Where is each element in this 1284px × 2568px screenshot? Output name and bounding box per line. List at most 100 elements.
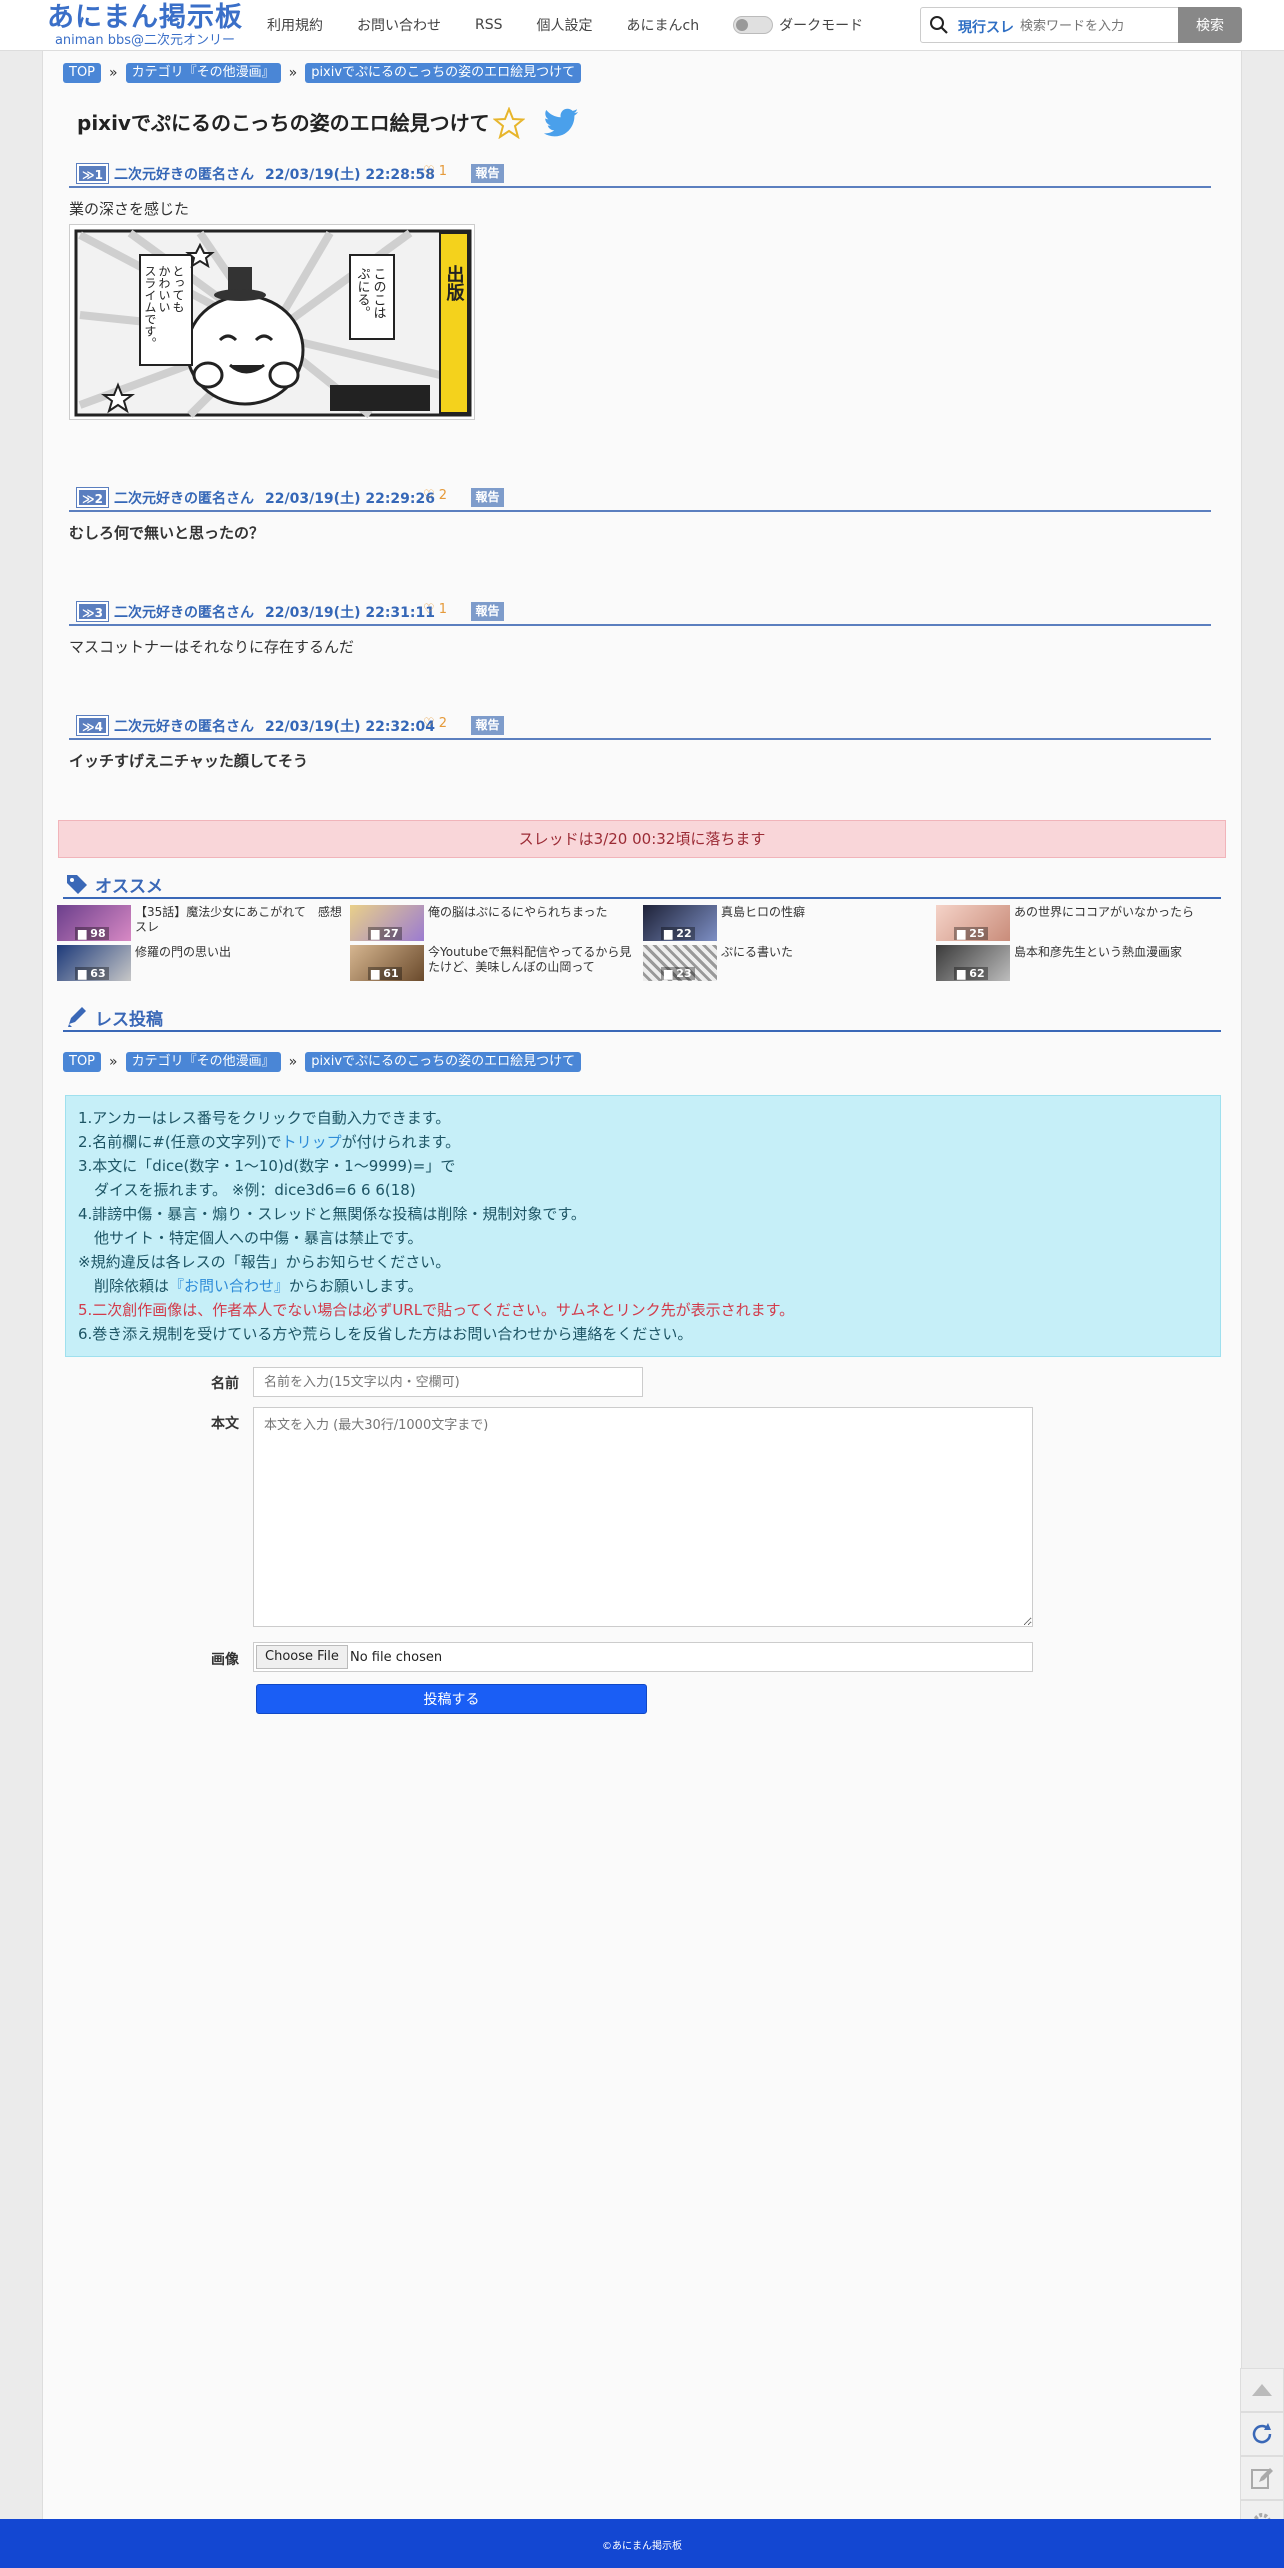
write-button[interactable] xyxy=(1240,2456,1284,2500)
logo-subtitle: animan bbs@二次元オンリー xyxy=(54,33,236,48)
tag-icon xyxy=(67,875,87,894)
recommend-title: 【35話】魔法少女にあこがれて 感想スレ xyxy=(135,905,342,934)
report-button[interactable]: 報告 xyxy=(471,164,504,183)
like-count: 2 xyxy=(438,716,448,731)
nav-rss-link[interactable]: RSS xyxy=(475,17,503,33)
recommend-item[interactable]: ▆ 98 【35話】魔法少女にあこがれて 感想スレ xyxy=(57,905,349,941)
nav-animanch-link[interactable]: あにまんch xyxy=(627,15,700,35)
post-4: ≫4 二次元好きの匿名さん 22/03/19(土) 22:32:04 ♡ 2 報… xyxy=(69,715,1211,771)
recommend-thumbnail: ▆ 23 xyxy=(643,945,717,981)
like-button[interactable]: ♡ 2 xyxy=(423,488,447,503)
post-image[interactable]: 出版 とっても かわいい スライムです。 このこは ぷにる。 xyxy=(69,224,475,420)
arrow-up-icon xyxy=(1252,2384,1272,2396)
breadcrumb-top[interactable]: TOP xyxy=(63,1052,102,1072)
breadcrumb-thread[interactable]: pixivでぷにるのこっちの姿のエロ絵見つけて xyxy=(305,1052,582,1072)
search-icon xyxy=(930,16,948,34)
image-speech-text: スライムです。 xyxy=(143,265,157,349)
recommend-item[interactable]: ▆ 22 真島ヒロの性癖 xyxy=(643,905,935,941)
pencil-icon xyxy=(68,1007,86,1027)
recommend-item[interactable]: ▆ 25 あの世界にココアがいなかったら xyxy=(936,905,1228,941)
post-anchor-button[interactable]: ≫2 xyxy=(76,487,109,508)
post-anchor-button[interactable]: ≫4 xyxy=(76,715,109,736)
breadcrumb-separator: » xyxy=(288,65,298,81)
like-button[interactable]: ♡ 1 xyxy=(423,164,447,179)
recommend-thumbnail: ▆ 22 xyxy=(643,905,717,941)
search-input[interactable] xyxy=(1018,11,1182,41)
top-navbar: あにまん掲示板 animan bbs@二次元オンリー 利用規約 お問い合わせ R… xyxy=(0,0,1284,51)
post-date: 22/03/19(土) 22:29:26 xyxy=(265,491,435,507)
post-author: 二次元好きの匿名さん xyxy=(114,719,254,735)
recommend-thumbnail: ▆ 62 xyxy=(936,945,1010,981)
recommend-header: オススメ xyxy=(63,871,1221,899)
post-3: ≫3 二次元好きの匿名さん 22/03/19(土) 22:31:11 ♡ 1 報… xyxy=(69,601,1211,657)
recommend-item[interactable]: ▆ 61 今Youtubeで無料配信やってるから見たけど、美味しんぼの山岡って xyxy=(350,945,642,981)
post-header: ≫1 二次元好きの匿名さん 22/03/19(土) 22:28:58 ♡ 1 報… xyxy=(69,163,1211,188)
comment-count: ▆ 62 xyxy=(954,967,988,980)
rule-line: 2.名前欄に#(任意の文字列)でトリップが付けられます。 xyxy=(78,1133,461,1151)
nav-contact-link[interactable]: お問い合わせ xyxy=(357,15,441,35)
recommend-item[interactable]: ▆ 23 ぷにる書いた xyxy=(643,945,935,981)
site-logo[interactable]: あにまん掲示板 animan bbs@二次元オンリー xyxy=(40,2,250,48)
rule-line: 3.本文に「dice(数字・1～10)d(数字・1～9999)=」で xyxy=(78,1157,456,1175)
comment-count: ▆ 63 xyxy=(75,967,109,980)
rule-line: 1.アンカーはレス番号をクリックで自動入力できます。 xyxy=(78,1109,451,1127)
trip-link[interactable]: トリップ xyxy=(282,1133,342,1151)
dark-mode-toggle[interactable] xyxy=(733,16,774,34)
reload-button[interactable] xyxy=(1240,2412,1284,2456)
like-button[interactable]: ♡ 2 xyxy=(423,716,447,731)
post-header: ≫4 二次元好きの匿名さん 22/03/19(土) 22:32:04 ♡ 2 報… xyxy=(69,715,1211,740)
breadcrumb-category[interactable]: カテゴリ『その他漫画』 xyxy=(125,1052,281,1072)
post-header: ≫2 二次元好きの匿名さん 22/03/19(土) 22:29:26 ♡ 2 報… xyxy=(69,487,1211,512)
breadcrumb-category[interactable]: カテゴリ『その他漫画』 xyxy=(125,63,281,83)
search-scope-select[interactable]: 現行スレ xyxy=(958,17,1014,37)
logo-title: あにまん掲示板 xyxy=(47,2,243,33)
post-body: むしろ何で無いと思ったの？ xyxy=(69,524,265,542)
report-button[interactable]: 報告 xyxy=(471,602,504,621)
comment-count: ▆ 23 xyxy=(661,967,695,980)
image-label: 画像 xyxy=(211,1652,239,1668)
thread-expiry-notice: スレッドは3/20 00:32頃に落ちます xyxy=(58,820,1226,858)
dark-mode-label: ダークモード xyxy=(779,18,864,34)
search-button[interactable]: 検索 xyxy=(1178,7,1242,43)
breadcrumb-thread[interactable]: pixivでぷにるのこっちの姿のエロ絵見つけて xyxy=(305,63,582,83)
recommend-title: あの世界にココアがいなかったら xyxy=(1014,905,1195,919)
choose-file-button[interactable]: Choose File xyxy=(256,1645,348,1669)
body-textarea[interactable] xyxy=(253,1407,1033,1627)
recommend-item[interactable]: ▆ 63 修羅の門の思い出 xyxy=(57,945,349,981)
post-anchor-button[interactable]: ≫3 xyxy=(76,601,109,622)
search-box: 現行スレ 検索 xyxy=(920,7,1242,43)
nav-settings-link[interactable]: 個人設定 xyxy=(537,15,593,35)
recommend-title: 今Youtubeで無料配信やってるから見たけど、美味しんぼの山岡って xyxy=(428,945,632,974)
footer: ©あにまん掲示板 xyxy=(0,2519,1284,2568)
recommend-item[interactable]: ▆ 62 島本和彦先生という熱血漫画家 xyxy=(936,945,1228,981)
post-anchor-button[interactable]: ≫1 xyxy=(76,163,109,184)
post-header: ≫3 二次元好きの匿名さん 22/03/19(土) 22:31:11 ♡ 1 報… xyxy=(69,601,1211,626)
post-date: 22/03/19(土) 22:31:11 xyxy=(265,605,435,621)
report-button[interactable]: 報告 xyxy=(471,488,504,507)
breadcrumb: TOP » カテゴリ『その他漫画』 » pixivでぷにるのこっちの姿のエロ絵見… xyxy=(63,63,582,83)
image-side-text: 出版 xyxy=(444,264,465,302)
report-button[interactable]: 報告 xyxy=(471,716,504,735)
breadcrumb-top[interactable]: TOP xyxy=(63,63,102,83)
rule-line: 4.誹謗中傷・暴言・煽り・スレッドと無関係な投稿は削除・規制対象です。 xyxy=(78,1205,586,1223)
main-content: TOP » カテゴリ『その他漫画』 » pixivでぷにるのこっちの姿のエロ絵見… xyxy=(42,51,1242,2519)
recommend-thumbnail: ▆ 63 xyxy=(57,945,131,981)
favorite-star-icon[interactable] xyxy=(493,107,525,139)
rule-line: 6.巻き添え規制を受けている方や荒らしを反省した方はお問い合わせから連絡をくださ… xyxy=(78,1325,693,1343)
recommend-thumbnail: ▆ 98 xyxy=(57,905,131,941)
rule-line: 他サイト・特定個人への中傷・暴言は禁止です。 xyxy=(94,1229,423,1247)
nav-terms-link[interactable]: 利用規約 xyxy=(267,15,323,35)
recommend-thumbnail: ▆ 61 xyxy=(350,945,424,981)
scroll-top-button[interactable] xyxy=(1240,2368,1284,2412)
twitter-share-icon[interactable] xyxy=(543,108,579,138)
thread-title: pixivでぷにるのこっちの姿のエロ絵見つけて xyxy=(77,111,490,135)
like-button[interactable]: ♡ 1 xyxy=(423,602,447,617)
image-file-input[interactable]: Choose File No file chosen xyxy=(253,1642,1033,1672)
image-speech-text: かわいい xyxy=(157,265,171,313)
manga-panel-image: 出版 とっても かわいい スライムです。 このこは ぷにる。 xyxy=(70,225,474,419)
submit-button[interactable]: 投稿する xyxy=(256,1684,647,1714)
post-author: 二次元好きの匿名さん xyxy=(114,491,254,507)
contact-link[interactable]: 『お問い合わせ』 xyxy=(169,1277,289,1295)
recommend-item[interactable]: ▆ 27 俺の脳はぷにるにやられちまった xyxy=(350,905,642,941)
name-field[interactable] xyxy=(253,1367,643,1397)
